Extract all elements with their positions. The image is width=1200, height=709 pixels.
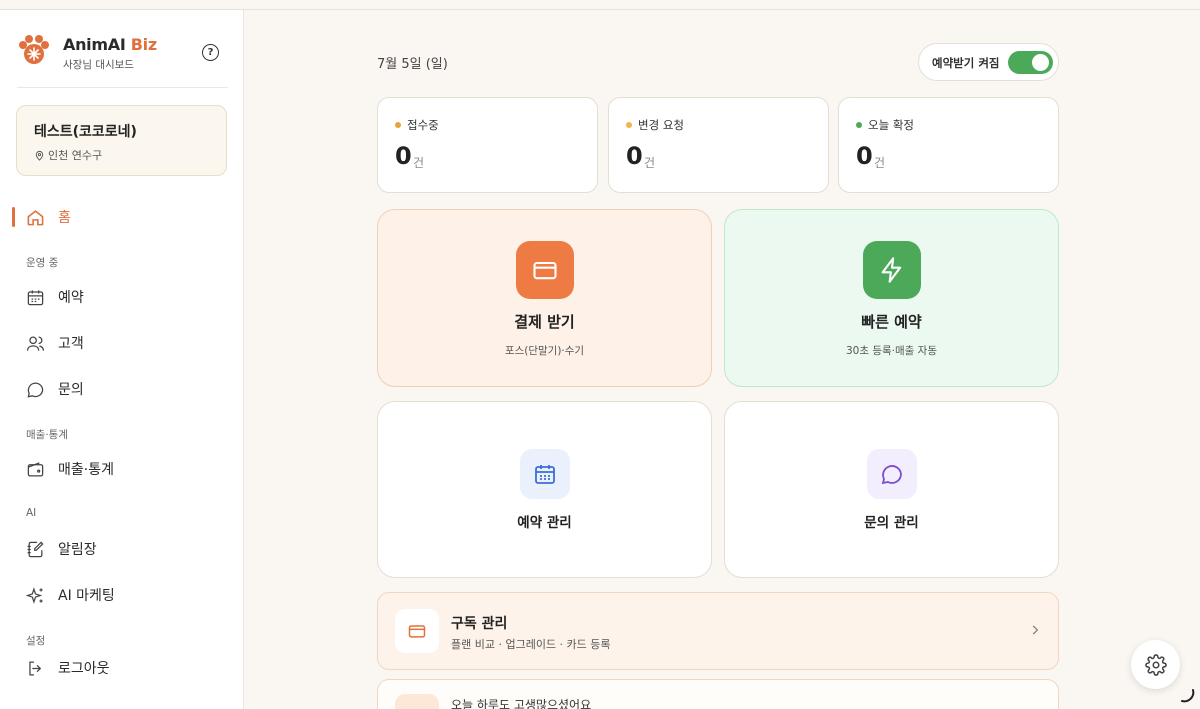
chevron-right-icon bbox=[1032, 625, 1039, 635]
stat-card-confirmed-today[interactable]: 오늘 확정 0 건 bbox=[838, 97, 1059, 193]
stat-label: 오늘 확정 bbox=[856, 117, 914, 133]
chat-bubble-icon bbox=[881, 465, 902, 485]
brand-name: AnimAI Biz bbox=[63, 35, 157, 54]
sparkles-icon bbox=[26, 586, 43, 604]
subscription-management-row[interactable]: 구독 관리 플랜 비교 · 업그레이드 · 카드 등록 bbox=[377, 592, 1059, 670]
reservation-toggle-pill[interactable]: 예약받기 켜짐 bbox=[918, 43, 1059, 81]
nav-section-ai: AI bbox=[26, 507, 37, 519]
sidebar: AnimAI Biz 사장님 대시보드 ? 테스트(코코로네) 인천 연수구 홈… bbox=[0, 10, 244, 709]
greeting-icon bbox=[395, 694, 439, 709]
calendar-icon bbox=[27, 289, 44, 305]
active-indicator bbox=[12, 207, 15, 227]
subscription-icon-box bbox=[395, 609, 439, 653]
reservation-toggle-switch[interactable] bbox=[1008, 51, 1053, 74]
store-location: 인천 연수구 bbox=[34, 147, 102, 163]
reservation-management-tile[interactable]: 예약 관리 bbox=[377, 401, 712, 578]
sidebar-item-inquiries[interactable]: 문의 bbox=[26, 376, 84, 402]
nav-section-settings: 설정 bbox=[26, 635, 46, 647]
chat-bubble-icon bbox=[27, 382, 44, 397]
calendar-icon bbox=[535, 465, 555, 484]
tile-subtitle: 30초 등록·매출 자동 bbox=[846, 345, 937, 357]
paw-logo-icon bbox=[19, 35, 49, 64]
toggle-knob bbox=[1032, 54, 1049, 71]
sidebar-item-logout[interactable]: 로그아웃 bbox=[26, 655, 110, 681]
inquiry-management-tile[interactable]: 문의 관리 bbox=[724, 401, 1059, 578]
chat-icon-box bbox=[867, 449, 917, 499]
toggle-label: 예약받기 켜짐 bbox=[932, 56, 1000, 70]
stat-unit: 건 bbox=[413, 156, 425, 170]
sidebar-item-reservations[interactable]: 예약 bbox=[26, 284, 84, 310]
status-dot bbox=[395, 122, 401, 128]
sidebar-item-ai-marketing[interactable]: AI 마케팅 bbox=[26, 582, 115, 608]
stat-label: 접수중 bbox=[395, 117, 439, 133]
nav-section-sales: 매출·통계 bbox=[26, 429, 68, 441]
sidebar-item-sales[interactable]: 매출·통계 bbox=[26, 456, 114, 482]
location-pin-icon bbox=[35, 150, 44, 161]
loading-spinner-icon bbox=[1181, 689, 1195, 703]
greeting-card: 오늘 하루도 고생많으셨어요 bbox=[377, 679, 1059, 709]
stat-value: 0 bbox=[395, 142, 412, 170]
quick-reservation-tile[interactable]: 빠른 예약 30초 등록·매출 자동 bbox=[724, 209, 1059, 387]
lightning-icon bbox=[881, 257, 902, 283]
brand-header: AnimAI Biz 사장님 대시보드 ? bbox=[17, 34, 228, 88]
stat-label: 변경 요청 bbox=[626, 117, 684, 133]
sidebar-item-notices[interactable]: 알림장 bbox=[26, 536, 97, 562]
tile-title: 빠른 예약 bbox=[861, 313, 922, 331]
stat-unit: 건 bbox=[644, 156, 656, 170]
stat-value: 0 bbox=[856, 142, 873, 170]
notebook-pen-icon bbox=[27, 540, 44, 557]
credit-card-icon bbox=[533, 261, 557, 280]
tile-subtitle: 포스(단말기)·수기 bbox=[504, 345, 585, 357]
sidebar-item-customers[interactable]: 고객 bbox=[26, 330, 84, 356]
wallet-icon bbox=[27, 461, 44, 476]
subscription-description: 플랜 비교 · 업그레이드 · 카드 등록 bbox=[451, 638, 611, 651]
credit-card-icon bbox=[408, 625, 426, 638]
calendar-icon-box bbox=[520, 449, 570, 499]
tile-title: 예약 관리 bbox=[517, 515, 572, 531]
users-icon bbox=[26, 336, 45, 351]
stat-value: 0 bbox=[626, 142, 643, 170]
store-name: 테스트(코코로네) bbox=[34, 124, 137, 140]
status-dot bbox=[626, 122, 632, 128]
top-border bbox=[0, 0, 1200, 10]
stat-unit: 건 bbox=[874, 156, 886, 170]
tile-title: 결제 받기 bbox=[514, 313, 575, 331]
home-icon bbox=[27, 209, 44, 225]
gear-icon bbox=[1144, 653, 1167, 676]
stat-card-change-request[interactable]: 변경 요청 0 건 bbox=[608, 97, 829, 193]
logout-icon bbox=[29, 661, 42, 675]
stat-card-received[interactable]: 접수중 0 건 bbox=[377, 97, 598, 193]
sidebar-item-home[interactable]: 홈 bbox=[26, 204, 71, 230]
payment-tile[interactable]: 결제 받기 포스(단말기)·수기 bbox=[377, 209, 712, 387]
settings-fab[interactable] bbox=[1131, 640, 1180, 689]
card-icon-box bbox=[516, 241, 574, 299]
brand-subtitle: 사장님 대시보드 bbox=[63, 59, 134, 71]
store-card[interactable]: 테스트(코코로네) 인천 연수구 bbox=[16, 105, 227, 176]
current-date: 7월 5일 (일) bbox=[377, 57, 448, 72]
tile-title: 문의 관리 bbox=[864, 515, 919, 531]
help-icon[interactable]: ? bbox=[202, 44, 219, 61]
nav-section-ops: 운영 중 bbox=[26, 257, 59, 269]
greeting-text: 오늘 하루도 고생많으셨어요 bbox=[451, 698, 592, 709]
status-dot bbox=[856, 122, 862, 128]
bolt-icon-box bbox=[863, 241, 921, 299]
subscription-title: 구독 관리 bbox=[451, 616, 508, 632]
